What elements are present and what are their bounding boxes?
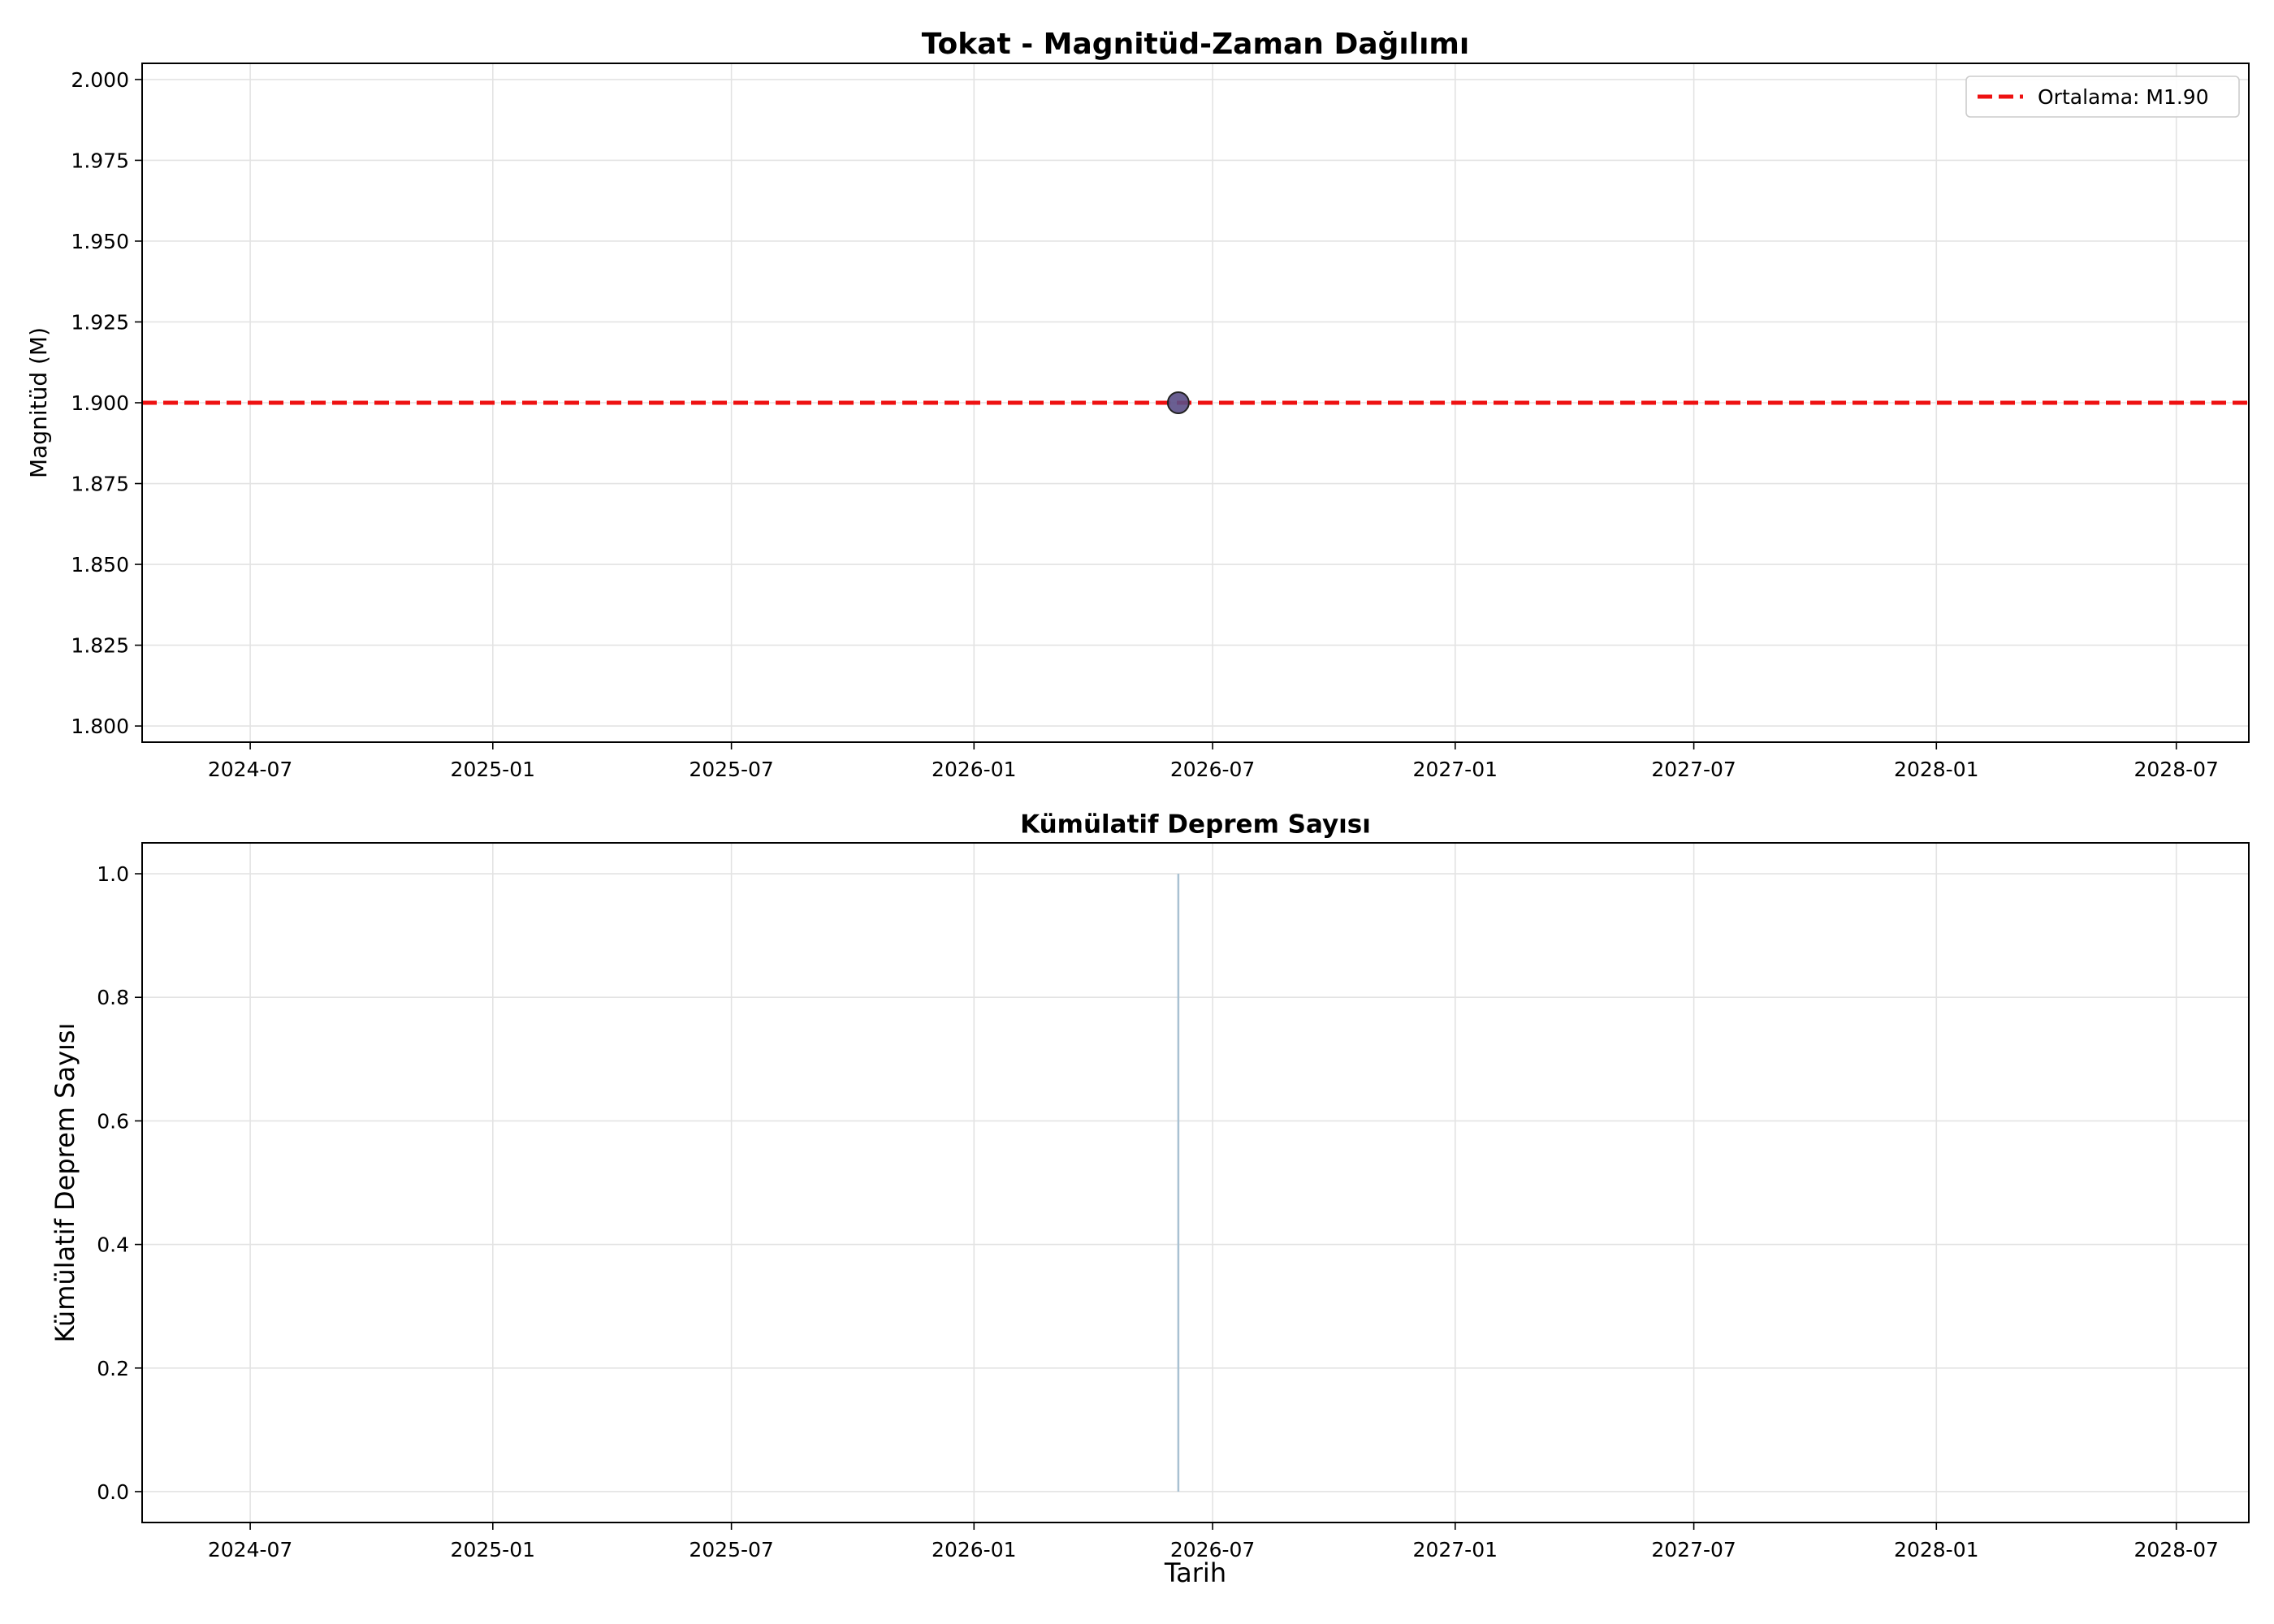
cumulative-y-axis-label: Kümülatif Deprem Sayısı [50, 1023, 80, 1343]
cumulative-x-axis-label: Tarih [1164, 1557, 1226, 1588]
y-tick-label: 1.900 [71, 391, 129, 415]
x-tick-label: 2028-07 [2133, 758, 2218, 781]
y-tick-label: 0.8 [97, 986, 129, 1009]
x-tick-label: 2025-07 [689, 1538, 773, 1561]
x-tick-label: 2027-01 [1413, 1538, 1498, 1561]
y-tick-label: 0.4 [97, 1233, 129, 1257]
legend-entry-mean: Ortalama: M1.90 [2038, 85, 2209, 109]
magnitude-y-axis-label: Magnitüd (M) [25, 327, 52, 478]
y-tick-label: 1.950 [71, 230, 129, 253]
x-tick-label: 2026-01 [932, 1538, 1016, 1561]
magnitude-points [1166, 391, 1190, 414]
x-tick-label: 2028-01 [1894, 758, 1978, 781]
x-tick-label: 2024-07 [208, 1538, 292, 1561]
y-tick-label: 1.875 [71, 473, 129, 496]
y-tick-label: 1.825 [71, 634, 129, 658]
y-tick-label: 1.975 [71, 149, 129, 172]
x-tick-label: 2027-01 [1413, 758, 1498, 781]
y-tick-label: 0.6 [97, 1109, 129, 1133]
y-tick-label: 1.800 [71, 715, 129, 738]
y-tick-label: 2.000 [71, 68, 129, 92]
cumulative-chart-title: Kümülatif Deprem Sayısı [1020, 810, 1371, 840]
x-tick-label: 2024-07 [208, 758, 292, 781]
x-tick-label: 2027-07 [1651, 758, 1736, 781]
x-tick-label: 2026-07 [1170, 758, 1255, 781]
data-point [1166, 391, 1190, 414]
figure: 2024-07 2025-01 2025-07 2026-01 2026-07 2027-… [0, 0, 2274, 1624]
y-tick-label: 1.850 [71, 553, 129, 577]
legend: Ortalama: M1.90 [1965, 76, 2240, 118]
x-tick-label: 2025-07 [689, 758, 773, 781]
y-tick-label: 0.0 [97, 1480, 129, 1504]
x-tick-label: 2027-07 [1651, 1538, 1736, 1561]
magnitude-chart-title: Tokat - Magnitüd-Zaman Dağılımı [922, 28, 1470, 61]
y-tick-label: 1.0 [97, 862, 129, 886]
x-tick-label: 2026-01 [932, 758, 1016, 781]
x-tick-label: 2025-01 [451, 1538, 535, 1561]
y-tick-label: 0.2 [97, 1357, 129, 1380]
x-tick-label: 2028-07 [2133, 1538, 2218, 1561]
x-tick-label: 2025-01 [451, 758, 535, 781]
y-tick-label: 1.925 [71, 310, 129, 334]
x-tick-label: 2028-01 [1894, 1538, 1978, 1561]
